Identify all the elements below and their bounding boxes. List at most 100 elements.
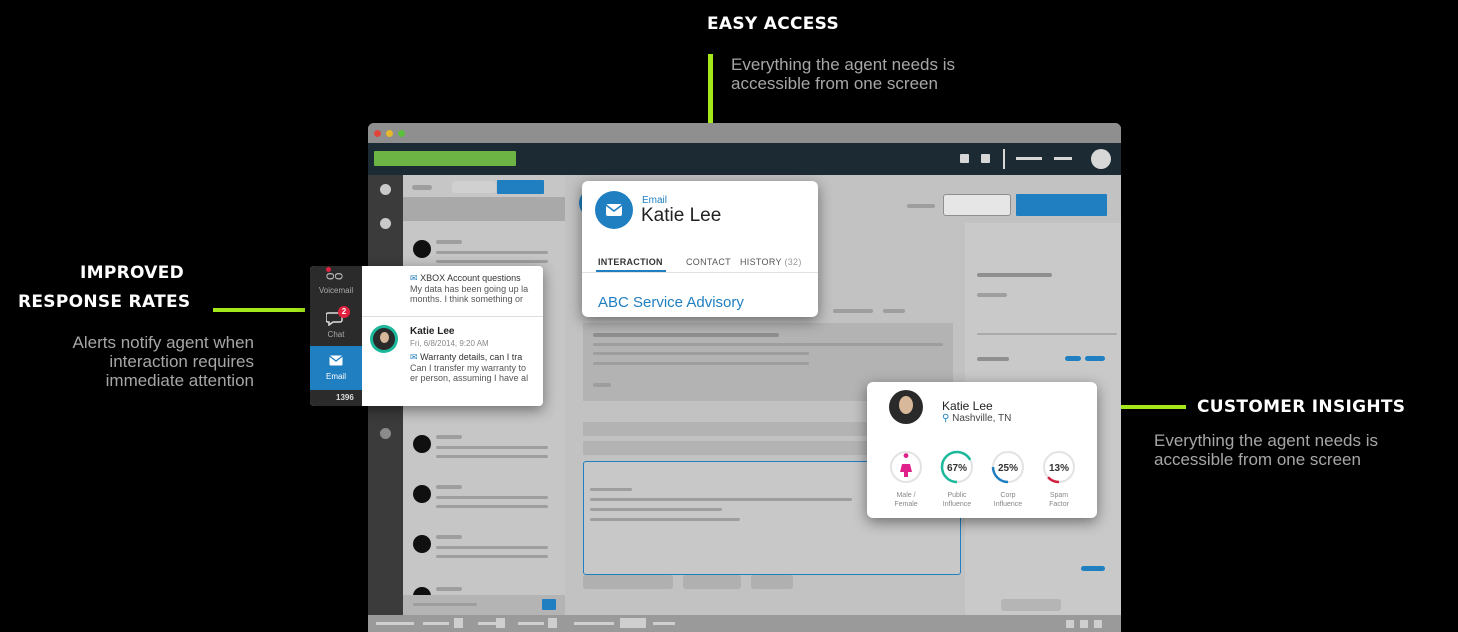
customer-name: Katie Lee — [942, 399, 993, 413]
alert-message-body: My data has been going up la — [410, 284, 529, 294]
list-action-button[interactable] — [497, 180, 544, 194]
metric-label: Corp — [1000, 492, 1016, 499]
window-close-button[interactable] — [374, 130, 381, 137]
list-filter[interactable] — [412, 185, 432, 190]
rail-icon[interactable] — [380, 428, 391, 439]
rail-icon[interactable] — [380, 184, 391, 195]
tab-interaction[interactable]: INTERACTION — [598, 257, 663, 267]
channel-email[interactable]: Email — [310, 346, 362, 390]
alert-message-body: Can I transfer my warranty to — [410, 363, 527, 373]
list-item-avatar[interactable] — [413, 435, 431, 453]
alert-message-subject: ✉ Warranty details, can I tra — [410, 352, 523, 362]
editor-line — [590, 498, 852, 501]
header-menu-item[interactable] — [1054, 157, 1072, 160]
list-item-line — [436, 455, 548, 458]
customer-insights-description: Everything the agent needs is accessible… — [1154, 431, 1378, 469]
list-toggle[interactable] — [452, 181, 496, 193]
status-icon[interactable] — [1066, 620, 1074, 628]
status-item — [454, 618, 463, 628]
panel-toggle[interactable] — [1081, 566, 1105, 571]
content-input[interactable] — [943, 194, 1011, 216]
alert-message-body: months. I think something or — [410, 294, 524, 304]
email-detail-card: Email Katie Lee INTERACTION CONTACT HIST… — [582, 181, 818, 317]
email-icon: ✉ — [410, 273, 418, 283]
tab-history[interactable]: HISTORY (32) — [740, 257, 802, 267]
tab-contact[interactable]: CONTACT — [686, 257, 731, 267]
tab-divider — [582, 272, 818, 273]
chat-badge: 2 — [338, 306, 350, 318]
alert-message[interactable]: Katie Lee Fri, 6/8/2014, 9:20 AM ✉ Warra… — [362, 317, 543, 406]
avatar-face — [899, 396, 913, 414]
panel-button[interactable] — [1001, 599, 1061, 611]
list-item-line — [436, 535, 462, 539]
rail-icon[interactable] — [380, 218, 391, 229]
list-item-avatar[interactable] — [413, 535, 431, 553]
sender-name: Katie Lee — [410, 326, 455, 337]
status-item — [620, 618, 646, 628]
avatar-photo — [373, 328, 395, 350]
preview-line — [593, 352, 809, 355]
channel-chat[interactable]: 2 Chat — [310, 306, 362, 346]
gender-icon — [900, 453, 912, 477]
list-item-line — [436, 587, 462, 591]
tab-placeholder[interactable] — [833, 309, 873, 313]
alerts-panel: ᴑᴑ Voicemail 2 Chat Email 1396 ✉ XBOX Ac… — [310, 266, 543, 406]
customer-location: ⚲ Nashville, TN — [942, 413, 1012, 424]
customer-insights-card: Katie Lee ⚲ Nashville, TN Male / Female 67… — [867, 382, 1097, 518]
insight-metric: 13% Spam Factor — [1042, 450, 1076, 509]
list-item-line — [436, 446, 548, 449]
window-maximize-button[interactable] — [398, 130, 405, 137]
window-titlebar — [368, 123, 1121, 143]
metric-gauge: 67% — [940, 450, 974, 484]
list-footer-button[interactable] — [542, 599, 556, 610]
insight-metric: 67% Public Influence — [940, 450, 974, 509]
metric-label: Spam — [1049, 492, 1069, 499]
customer-avatar — [889, 390, 923, 424]
metric-value: 13% — [1049, 463, 1069, 474]
editor-action[interactable] — [683, 575, 741, 589]
metric-gauge: 13% — [1042, 450, 1076, 484]
status-item — [496, 618, 505, 628]
metric-label: Public — [947, 492, 967, 499]
channel-voicemail[interactable]: ᴑᴑ Voicemail — [310, 266, 362, 306]
list-item-line — [436, 485, 462, 489]
metric-gauge: 25% — [991, 450, 1025, 484]
editor-line — [590, 508, 722, 511]
metric-value: 67% — [947, 463, 967, 474]
editor-action[interactable] — [583, 575, 673, 589]
alert-message[interactable]: ✉ XBOX Account questions My data has bee… — [362, 266, 543, 317]
email-counter: 1396 — [336, 393, 354, 402]
easy-access-description: Everything the agent needs is accessible… — [731, 55, 955, 93]
list-footer-line — [413, 603, 477, 606]
metric-label: Influence — [993, 501, 1023, 508]
panel-line — [977, 273, 1052, 277]
tab-placeholder[interactable] — [883, 309, 905, 313]
status-icon[interactable] — [1094, 620, 1102, 628]
panel-toggle[interactable] — [1085, 356, 1105, 361]
content-primary-button[interactable] — [1016, 194, 1107, 216]
editor-action[interactable] — [751, 575, 793, 589]
user-avatar[interactable] — [1091, 149, 1111, 169]
insight-metric: Male / Female — [889, 450, 923, 509]
metric-label: Influence — [942, 501, 972, 508]
header-icon[interactable] — [981, 154, 990, 163]
response-rates-title-line2: RESPONSE RATES — [18, 292, 191, 312]
window-minimize-button[interactable] — [386, 130, 393, 137]
list-item-avatar[interactable] — [413, 485, 431, 503]
header-menu-item[interactable] — [1016, 157, 1042, 160]
message-time: Fri, 6/8/2014, 9:20 AM — [410, 339, 489, 348]
editor-line — [590, 518, 740, 521]
header-icon[interactable] — [960, 154, 969, 163]
status-item — [423, 622, 449, 625]
editor-line — [590, 488, 632, 491]
list-header — [403, 197, 565, 221]
status-icon[interactable] — [1080, 620, 1088, 628]
response-rates-connector — [213, 308, 305, 312]
panel-toggle[interactable] — [1065, 356, 1081, 361]
email-subject-link[interactable]: ABC Service Advisory — [598, 294, 744, 311]
panel-line — [977, 357, 1009, 361]
list-item-avatar[interactable] — [413, 240, 431, 258]
list-item-line — [436, 435, 462, 439]
easy-access-title: EASY ACCESS — [707, 14, 839, 34]
email-icon — [329, 355, 343, 366]
